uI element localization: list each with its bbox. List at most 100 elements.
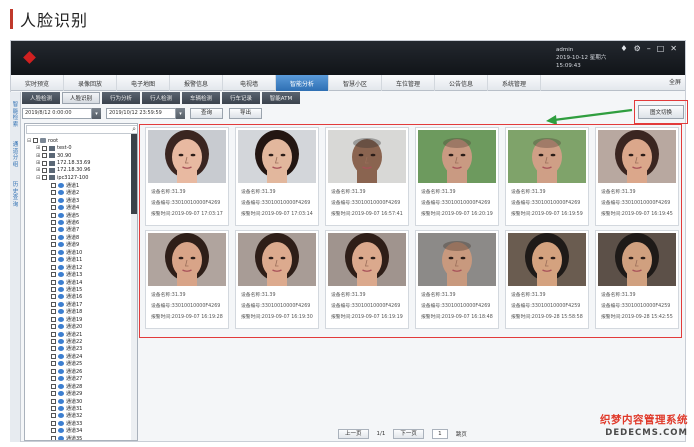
- tree-checkbox[interactable]: [51, 324, 56, 330]
- tree-row[interactable]: 通道17: [27, 301, 131, 308]
- tree-row[interactable]: 通道3: [27, 197, 131, 204]
- face-photo[interactable]: [328, 233, 406, 286]
- tree-checkbox[interactable]: [51, 286, 56, 292]
- side-tab[interactable]: 通道分组: [11, 142, 20, 168]
- jump-page-button[interactable]: 跳页: [456, 430, 467, 438]
- tree-checkbox[interactable]: [51, 435, 56, 440]
- tree-row[interactable]: 通道32: [27, 412, 131, 419]
- tree-checkbox[interactable]: [51, 190, 56, 196]
- subnav-item[interactable]: 行车记录: [222, 92, 260, 104]
- tree-row[interactable]: ⊞ 172.18.30.96: [27, 167, 131, 174]
- tree-row[interactable]: 通道24: [27, 353, 131, 360]
- tree-row[interactable]: 通道6: [27, 219, 131, 226]
- tree-checkbox[interactable]: [51, 205, 56, 211]
- tree-row[interactable]: ⊟ root: [27, 137, 131, 144]
- tree-checkbox[interactable]: [33, 138, 38, 144]
- face-result-card[interactable]: 设备名称:31.39 设备编号:33010010000F4269 报警时间:2019…: [415, 127, 499, 226]
- tree-checkbox[interactable]: [51, 413, 56, 419]
- face-result-card[interactable]: 设备名称:31.39 设备编号:33010010000F4259 报警时间:2019…: [505, 230, 589, 329]
- face-result-card[interactable]: 设备名称:31.39 设备编号:33010010000F4269 报警时间:2019…: [235, 127, 319, 226]
- tree-checkbox[interactable]: [51, 220, 56, 226]
- face-photo[interactable]: [598, 130, 676, 183]
- close-icon[interactable]: ✕: [670, 44, 677, 54]
- face-result-card[interactable]: 设备名称:31.39 设备编号:33010010000F4269 报警时间:2019…: [415, 230, 499, 329]
- tree-row[interactable]: 通道11: [27, 256, 131, 263]
- face-photo[interactable]: [148, 233, 226, 286]
- tree-checkbox[interactable]: [51, 249, 56, 255]
- tree-checkbox[interactable]: [51, 212, 56, 218]
- subnav-item[interactable]: 人脸识别: [62, 92, 100, 104]
- tree-checkbox[interactable]: [51, 361, 56, 367]
- nav-item[interactable]: 录像回放: [64, 75, 117, 91]
- nav-item[interactable]: 智慧小区: [329, 75, 382, 91]
- tree-row[interactable]: 通道4: [27, 204, 131, 211]
- face-photo[interactable]: [328, 130, 406, 183]
- tree-checkbox[interactable]: [51, 353, 56, 359]
- face-result-card[interactable]: 设备名称:31.39 设备编号:33010010000F4259 报警时间:2019…: [595, 230, 679, 329]
- nav-item[interactable]: 电视墙: [223, 75, 276, 91]
- subnav-item[interactable]: 人脸检测: [22, 92, 60, 104]
- tree-row[interactable]: 通道30: [27, 397, 131, 405]
- tree-row[interactable]: 通道21: [27, 330, 131, 338]
- tree-checkbox[interactable]: [51, 257, 56, 263]
- start-date-input[interactable]: 2019/8/12 0:00:00: [22, 108, 92, 119]
- face-result-card[interactable]: 设备名称:31.39 设备编号:33010010000F4269 报警时间:2019…: [595, 127, 679, 226]
- query-button[interactable]: 查询: [190, 108, 224, 119]
- tree-checkbox[interactable]: [51, 227, 56, 233]
- face-photo[interactable]: [238, 233, 316, 286]
- tree-row[interactable]: 通道28: [27, 382, 131, 390]
- minimize-icon[interactable]: –: [647, 44, 651, 54]
- tree-row[interactable]: 通道14: [27, 278, 131, 286]
- tree-checkbox[interactable]: [51, 316, 56, 322]
- prev-page-button[interactable]: 上一页: [338, 428, 369, 439]
- tree-checkbox[interactable]: [51, 279, 56, 285]
- face-photo[interactable]: [598, 233, 676, 286]
- tree-row[interactable]: 通道12: [27, 263, 131, 271]
- tree-row[interactable]: 通道18: [27, 308, 131, 315]
- tree-checkbox[interactable]: [42, 167, 47, 173]
- tree-checkbox[interactable]: [51, 398, 56, 404]
- nav-item[interactable]: 公告信息: [435, 75, 488, 91]
- tree-checkbox[interactable]: [51, 428, 56, 434]
- subnav-item[interactable]: 行为分析: [102, 92, 140, 104]
- nav-item[interactable]: 实时预览: [11, 75, 64, 91]
- tree-row[interactable]: ⊞ test-0: [27, 144, 131, 151]
- tree-row[interactable]: 通道22: [27, 338, 131, 345]
- page-number-input[interactable]: 1: [431, 428, 448, 439]
- tree-checkbox[interactable]: [51, 182, 56, 188]
- tree-row[interactable]: ⊞ 30.90: [27, 152, 131, 159]
- tree-row[interactable]: 通道8: [27, 234, 131, 241]
- face-result-card[interactable]: 设备名称:31.39 设备编号:33010010000F4269 报警时间:2019…: [505, 127, 589, 226]
- face-photo[interactable]: [418, 233, 496, 286]
- tree-checkbox[interactable]: [51, 405, 56, 411]
- tree-row[interactable]: 通道20: [27, 323, 131, 330]
- tree-row[interactable]: ⊞ 172.18.33.69: [27, 159, 131, 166]
- tree-checkbox[interactable]: [51, 383, 56, 389]
- fullscreen-button[interactable]: 全屏: [669, 75, 681, 91]
- tree-checkbox[interactable]: [51, 376, 56, 382]
- tree-row[interactable]: 通道34: [27, 427, 131, 434]
- tree-row[interactable]: 通道35: [27, 435, 131, 440]
- tree-row[interactable]: 通道15: [27, 286, 131, 293]
- settings-icon[interactable]: ⚙: [634, 44, 641, 54]
- tree-checkbox[interactable]: [51, 339, 56, 345]
- tree-checkbox[interactable]: [51, 331, 56, 337]
- tree-row[interactable]: 通道33: [27, 420, 131, 427]
- nav-item[interactable]: 车位管理: [382, 75, 435, 91]
- next-page-button[interactable]: 下一页: [393, 428, 424, 439]
- tree-checkbox[interactable]: [51, 420, 56, 426]
- face-photo[interactable]: [418, 130, 496, 183]
- tree-checkbox[interactable]: [51, 301, 56, 307]
- tree-checkbox[interactable]: [42, 160, 47, 166]
- tree-row[interactable]: 通道26: [27, 368, 131, 375]
- tree-row[interactable]: 通道19: [27, 316, 131, 323]
- face-photo[interactable]: [508, 130, 586, 183]
- subnav-item[interactable]: 行人检测: [142, 92, 180, 104]
- nav-item[interactable]: 系统管理: [488, 75, 541, 91]
- tree-row[interactable]: 通道29: [27, 390, 131, 397]
- nav-item[interactable]: 报警信息: [170, 75, 223, 91]
- tree-checkbox[interactable]: [51, 391, 56, 397]
- tree-checkbox[interactable]: [51, 309, 56, 315]
- tree-checkbox[interactable]: [51, 346, 56, 352]
- tree-checkbox[interactable]: [51, 294, 56, 300]
